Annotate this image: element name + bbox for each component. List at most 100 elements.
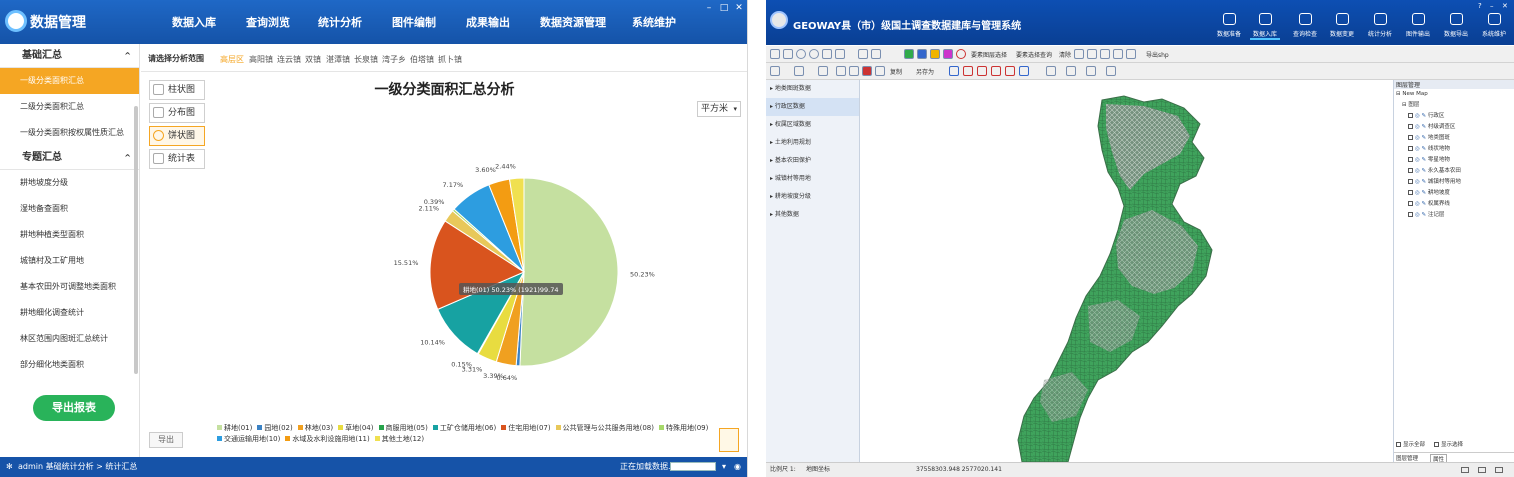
angle-tool-icon[interactable] [1106, 66, 1116, 76]
menu-query-browse[interactable]: 查询浏览 [246, 14, 290, 30]
legend-item[interactable]: 商服用地(05) [378, 424, 428, 432]
copy-icon[interactable] [1087, 49, 1097, 59]
layer-visibility-icon[interactable]: ◎ ✎ [1415, 146, 1428, 152]
delete-icon[interactable] [1113, 49, 1123, 59]
layer-visibility-icon[interactable]: ◎ ✎ [1415, 168, 1428, 174]
layer-blue-icon[interactable] [917, 49, 927, 59]
layer-visibility-icon[interactable]: ◎ ✎ [1415, 212, 1428, 218]
module-statistics[interactable]: 统计分析 [1365, 13, 1395, 38]
checkbox-icon[interactable] [1408, 179, 1413, 184]
checkbox-icon[interactable] [1408, 135, 1413, 140]
edit-vertex-icon[interactable] [977, 66, 987, 76]
module-data-prep[interactable]: 数据准备 [1214, 13, 1244, 38]
sidebar-item-ownership-area[interactable]: 一级分类面积按权属性质汇总 [0, 120, 139, 146]
layer-item[interactable]: ◎ ✎ 永久基本农田 [1394, 166, 1514, 177]
select-box-icon[interactable] [794, 66, 804, 76]
identify-icon[interactable] [871, 49, 881, 59]
legend-item[interactable]: 公共管理与公共服务用地(08) [555, 424, 654, 432]
undo-icon[interactable] [1046, 66, 1056, 76]
line-tool-icon[interactable] [1086, 66, 1096, 76]
range-option[interactable]: 伯塔镇 [410, 54, 434, 65]
help-button[interactable]: ? [1478, 2, 1482, 10]
layer-purple-icon[interactable] [943, 49, 953, 59]
zoom-in-icon[interactable] [796, 49, 806, 59]
legend-item[interactable]: 工矿仓储用地(06) [432, 424, 496, 432]
full-extent-icon[interactable] [783, 49, 793, 59]
left-panel-item[interactable]: ▸ 行政区数据 [766, 98, 859, 116]
window-icon[interactable] [1478, 467, 1486, 473]
sidebar-item-farmland-adjust[interactable]: 基本农田外可调整地类面积 [0, 274, 139, 300]
layer-item[interactable]: ◎ ✎ 耕地坡度 [1394, 188, 1514, 199]
menu-result-output[interactable]: 成果输出 [466, 14, 510, 30]
layer-item[interactable]: ◎ ✎ 注记层 [1394, 210, 1514, 221]
close-button[interactable]: ✕ [733, 3, 745, 14]
menu-resource-management[interactable]: 数据资源管理 [540, 14, 606, 30]
sidebar-item-slope[interactable]: 耕地坡度分级 [0, 170, 139, 196]
layer-visibility-icon[interactable]: ◎ ✎ [1415, 124, 1428, 130]
sidebar-item-level2-area[interactable]: 二级分类面积汇总 [0, 94, 139, 120]
layer-item[interactable]: ◎ ✎ 村级调查区 [1394, 122, 1514, 133]
toolbar-text[interactable]: 清除 [1059, 50, 1071, 59]
layer-item[interactable]: ◎ ✎ 地类图斑 [1394, 133, 1514, 144]
snap-icon[interactable] [949, 66, 959, 76]
window-icon[interactable] [1495, 467, 1503, 473]
toolbar-text[interactable]: 要素选择查询 [1016, 50, 1052, 59]
arrow-icon[interactable] [818, 66, 828, 76]
locate-icon[interactable] [822, 49, 832, 59]
sidebar-section-basic[interactable]: 基础汇总 ^ [0, 44, 139, 68]
layer-item[interactable]: ◎ ✎ 线状地物 [1394, 144, 1514, 155]
export-small-button[interactable]: 导出 [149, 432, 183, 448]
distribution-chart-button[interactable]: 分布图 [149, 103, 205, 123]
measure-icon[interactable] [770, 66, 780, 76]
show-all-checkbox[interactable]: 显示全部 [1396, 440, 1425, 448]
tree-root[interactable]: ⊟ New Map [1394, 89, 1514, 100]
layer-yellow-icon[interactable] [930, 49, 940, 59]
range-option[interactable]: 双镇 [305, 54, 321, 65]
layer-visibility-icon[interactable]: ◎ ✎ [1415, 157, 1428, 163]
minimize-button[interactable]: – [703, 3, 715, 14]
legend-item[interactable]: 园地(02) [257, 424, 293, 432]
redo-icon[interactable] [1066, 66, 1076, 76]
left-panel-item[interactable]: ▸ 权属区域数据 [766, 116, 859, 134]
range-option[interactable]: 高阳镇 [249, 54, 273, 65]
sidebar-item-urban[interactable]: 城镇村及工矿用地 [0, 248, 139, 274]
left-panel-item[interactable]: ▸ 地类图斑数据 [766, 80, 859, 98]
chart-toolbox-icon[interactable] [719, 428, 739, 452]
checkbox-icon[interactable] [1408, 201, 1413, 206]
left-panel-item[interactable]: ▸ 土地利用规划 [766, 134, 859, 152]
split-icon[interactable] [991, 66, 1001, 76]
pan-icon[interactable] [770, 49, 780, 59]
module-data-change[interactable]: 数据变更 [1327, 13, 1357, 38]
menu-statistics[interactable]: 统计分析 [318, 14, 362, 30]
sidebar-scrollbar[interactable] [134, 106, 138, 374]
toolbar-text[interactable]: 复制 [890, 67, 902, 76]
legend-item[interactable]: 其他土地(12) [374, 435, 424, 443]
sidebar-item-wetland[interactable]: 湿地备查面积 [0, 196, 139, 222]
map-view[interactable] [862, 80, 1392, 463]
toolbar-text[interactable]: 要素图层选择 [971, 50, 1007, 59]
left-panel-item[interactable]: ▸ 耕地坡度分级 [766, 188, 859, 206]
unit-select[interactable]: 平方米 ▾ [697, 101, 741, 117]
reshape-icon[interactable] [1019, 66, 1029, 76]
minimize-button[interactable]: – [1490, 2, 1494, 10]
edit-line-icon[interactable] [963, 66, 973, 76]
layer-visibility-icon[interactable]: ◎ ✎ [1415, 135, 1428, 141]
table-button[interactable]: 统计表 [149, 149, 205, 169]
range-option[interactable]: 湾子乡 [382, 54, 406, 65]
sidebar-item-farmland-detail[interactable]: 耕地细化调查统计 [0, 300, 139, 326]
sidebar-item-level1-area[interactable]: 一级分类面积汇总 [0, 68, 139, 94]
range-option[interactable]: 高层区 [220, 54, 244, 65]
record-icon[interactable] [956, 49, 966, 59]
pie-chart-button[interactable]: 饼状图 [149, 126, 205, 146]
layer-visibility-icon[interactable]: ◎ ✎ [1415, 201, 1428, 207]
checkbox-icon[interactable] [1408, 157, 1413, 162]
legend-item[interactable]: 耕地(01) [217, 424, 252, 432]
range-option[interactable]: 湛潭镇 [326, 54, 350, 65]
module-data-export[interactable]: 数据导出 [1441, 13, 1471, 38]
legend-item[interactable]: 水域及水利设施用地(11) [285, 435, 370, 443]
toolbar-text[interactable]: 另存为 [916, 67, 934, 76]
menu-map-compile[interactable]: 图件编制 [392, 14, 436, 30]
pie-slice[interactable] [519, 177, 619, 367]
legend-item[interactable]: 住宅用地(07) [501, 424, 551, 432]
legend-item[interactable]: 特殊用地(09) [659, 424, 708, 432]
